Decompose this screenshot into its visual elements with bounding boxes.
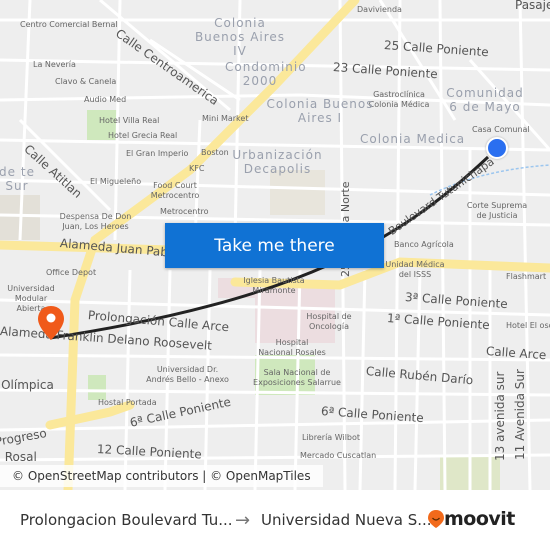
street-label: Villa Olímpica <box>0 378 54 392</box>
poi-label: Hospital Nacional Rosales <box>258 338 326 357</box>
moovit-logo: moovit <box>428 508 515 530</box>
area-label: de te Sur <box>0 165 35 193</box>
area-label: Condominio 2000 <box>225 60 307 88</box>
poi-label: Unidad Médica del ISSS <box>385 260 445 279</box>
moovit-pin-icon <box>428 510 444 528</box>
poi-label: Daviviendа <box>357 5 402 14</box>
area-label: Colonia Buenos Aires I <box>266 97 374 125</box>
moovit-wordmark: moovit <box>444 508 515 530</box>
poi-label: Gastroclínica Colonia Médica <box>368 90 430 109</box>
street-label: 11 Avenida Sur <box>513 369 527 460</box>
poi-label: Despensa De Don Juan, Los Heroes <box>59 212 132 231</box>
poi-label: Centro Comercial Bernal <box>20 20 118 29</box>
area-label: Colonia Buenos Aires IV <box>194 16 286 58</box>
poi-label: Banco Agrícola <box>394 240 454 249</box>
destination-name: Universidad Nueva S... <box>261 511 432 529</box>
take-me-there-button[interactable]: Take me there <box>165 223 384 268</box>
poi-label: El Gran Imperio <box>126 149 189 158</box>
poi-label: La Nevería <box>33 60 76 69</box>
poi-label: Clavo & Canela <box>55 77 117 86</box>
area-label: Colonia Medica <box>360 132 466 146</box>
poi-label: Hospital de Oncología <box>306 312 352 331</box>
poi-label: Food Court Metrocentro <box>150 181 200 200</box>
poi-label: Metrocentro <box>160 207 209 216</box>
poi-label: KFC <box>189 164 205 173</box>
poi-label: Mercado Cuscatlan <box>300 451 377 460</box>
poi-label: Casa Comunal <box>472 125 530 134</box>
poi-label: Sala Nacional de Exposiciones Salarrue <box>253 368 341 387</box>
poi-label: El Migueleño <box>90 177 142 186</box>
poi-label: Flashmart <box>506 272 547 281</box>
street-label: El Rosal <box>0 450 37 464</box>
area-label: Urbanización Decapolis <box>232 148 323 176</box>
poi-label: Librería Wilbot <box>302 433 361 442</box>
poi-label: Hotel El oso <box>506 321 550 330</box>
origin-name: Prolongacion Boulevard Tu... <box>20 511 233 529</box>
street-label: 13 avenida sur <box>493 371 507 461</box>
poi-label: Iglesia Bautista Miramonte <box>243 276 305 295</box>
street-label: Calle Arce <box>485 344 547 363</box>
poi-label: Hostal Portada <box>98 398 157 407</box>
poi-label: Mini Market <box>202 114 249 123</box>
arrow-right-icon: → <box>235 509 251 531</box>
poi-label: Office Depot <box>46 268 97 277</box>
street-label: Pasaje <box>515 0 550 12</box>
poi-label: Corte Suprema de Justicia <box>466 201 528 220</box>
poi-label: Audio Med <box>84 95 127 104</box>
map-attribution[interactable]: © OpenStreetMap contributors | © OpenMap… <box>0 465 323 487</box>
map[interactable]: Centro Comercial Bernal La Nevería Clavo… <box>0 0 550 490</box>
poi-label: Universidad Dr. Andrés Bello - Anexo <box>146 365 229 384</box>
poi-label: Hotel Villa Real <box>99 116 160 125</box>
area-label: Comunidad 6 de Mayo <box>446 86 524 114</box>
origin-location-dot[interactable] <box>486 137 508 159</box>
poi-label: Hotel Grecia Real <box>108 131 178 140</box>
park-area <box>88 375 106 400</box>
building-area <box>270 170 325 215</box>
